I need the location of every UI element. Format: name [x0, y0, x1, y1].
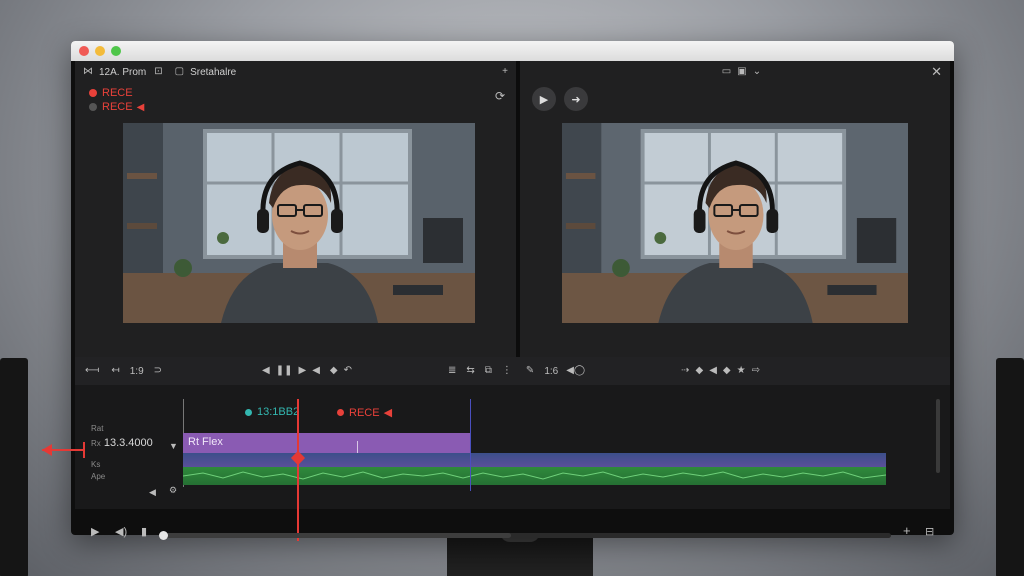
person-video-frame-program — [562, 123, 908, 323]
play-button[interactable]: ▶ — [532, 87, 556, 111]
playhead-line[interactable] — [297, 399, 299, 541]
left-speaker — [0, 358, 28, 576]
flip-icon[interactable]: ⇆ — [466, 366, 474, 376]
forward-button[interactable]: ➜ — [564, 87, 588, 111]
settings-icon[interactable]: ⚙ — [169, 485, 177, 495]
right-speaker — [996, 358, 1024, 576]
timecode-display: Rx 13.3.4000 — [91, 437, 153, 449]
close-icon[interactable]: ✕ — [931, 65, 942, 78]
play-small-icon[interactable]: ▶ — [299, 366, 307, 376]
pause-icon[interactable]: ❚❚ — [276, 366, 293, 376]
link-icon[interactable]: ⊃ — [154, 366, 162, 376]
track-label: Ape — [91, 472, 106, 481]
program-panel: ▭ ▣ ⌄ ✕ ▶ ➜ — [520, 61, 950, 357]
source-tab-strip: ⋈ 12A. Prom ⊡ ▢ Sretahalre + — [75, 61, 516, 83]
copy-icon[interactable]: ⧉ — [485, 366, 492, 376]
tab-project[interactable]: 12A. Prom — [99, 67, 146, 78]
clip-end-marker — [470, 399, 471, 491]
chevron-down-icon[interactable]: ⌄ — [753, 67, 761, 77]
play-timeline-icon[interactable]: ▶ — [91, 527, 99, 538]
timeline-scrollbar[interactable] — [936, 399, 940, 473]
record-status-idle: RECE ◀ — [89, 101, 144, 113]
panel-toggle-icon[interactable]: ⊟ — [925, 527, 934, 538]
video-clip[interactable]: Rt Flex — [183, 433, 470, 453]
window-titlebar — [71, 41, 954, 61]
bowtie-icon[interactable]: ⋈ — [83, 67, 93, 77]
marker-icon[interactable]: ◆ — [330, 366, 338, 376]
trim-left-icon[interactable]: ⟻ — [85, 366, 99, 376]
folder-icon[interactable]: ▣ — [737, 67, 746, 77]
source-video-preview — [123, 123, 475, 323]
speed-value-left: 1:9 — [129, 365, 144, 377]
window-close-button[interactable] — [79, 46, 89, 56]
scrub-progress — [163, 533, 511, 538]
tab-scene[interactable]: Sretahalre — [190, 67, 236, 78]
program-video-preview — [562, 123, 908, 323]
volume-icon[interactable]: ◀ — [149, 487, 156, 497]
forward-arrow-icon: ➜ — [571, 93, 581, 106]
clip-toggle-icon[interactable]: ▮ — [141, 527, 147, 538]
sync-icon[interactable]: ⇢ — [681, 366, 689, 376]
monitor: ⋈ 12A. Prom ⊡ ▢ Sretahalre + RECE RECE ◀… — [71, 41, 954, 541]
prev-icon[interactable]: ◀ — [709, 366, 717, 376]
speed-value-right: 1:6 — [544, 365, 559, 377]
audio-waveform — [183, 471, 886, 480]
track-label: Ks — [91, 460, 101, 469]
camera-icon[interactable]: ⊡ — [154, 67, 162, 77]
undo-icon[interactable]: ↶ — [344, 366, 352, 376]
red-arrow-annotation — [42, 442, 85, 458]
keyframe-icon[interactable]: ◆ — [696, 366, 704, 376]
timeline-panel: Rat Ks Ape Rx 13.3.4000 ◀ ▼ ⚙ 13:1BB2 RE… — [75, 385, 950, 541]
speaker-icon: ◀ — [383, 407, 393, 419]
record-status-label: RECE — [102, 87, 133, 99]
timecode-marker[interactable]: 13:1BB2 — [245, 406, 299, 418]
track-label: Rat — [91, 424, 104, 433]
volume-down-icon[interactable]: ◀) — [115, 527, 127, 538]
editing-toolbar: ⟻ ↤ 1:9 ⊃ ◀ ❚❚ ▶ ◀ ◆ ↶ ≣ ⇆ ⧉ ⋮ ✎ 1:6 ◀◯ … — [75, 357, 950, 385]
record-marker[interactable]: RECE ◀ — [337, 406, 392, 419]
track-dropdown-icon[interactable]: ▼ — [169, 441, 178, 451]
record-marker-dot-icon — [337, 409, 344, 416]
next-icon[interactable]: ◆ — [723, 366, 731, 376]
pencil-icon[interactable]: ✎ — [526, 366, 534, 376]
star-icon[interactable]: ★ — [737, 366, 746, 376]
forward-small-icon[interactable]: ⇨ — [752, 366, 760, 376]
document-icon[interactable]: ▢ — [175, 67, 184, 77]
source-panel: ⋈ 12A. Prom ⊡ ▢ Sretahalre + RECE RECE ◀… — [75, 61, 516, 357]
record-dot-idle-icon — [89, 103, 97, 111]
editor-app: ⋈ 12A. Prom ⊡ ▢ Sretahalre + RECE RECE ◀… — [75, 61, 950, 541]
play-icon: ▶ — [539, 93, 549, 106]
marker-dot-icon — [245, 408, 252, 416]
list-icon[interactable]: ≣ — [448, 366, 456, 376]
window-minimize-button[interactable] — [95, 46, 105, 56]
layout-icon[interactable]: ▭ — [722, 67, 731, 77]
scrub-handle[interactable] — [159, 531, 168, 540]
record-status-active: RECE — [89, 87, 133, 99]
window-maximize-button[interactable] — [111, 46, 121, 56]
person-video-frame — [123, 123, 475, 323]
record-dot-icon — [89, 89, 97, 97]
record-status-label-2: RECE — [102, 101, 133, 113]
add-icon[interactable]: + — [903, 524, 911, 537]
refresh-icon[interactable]: ⟳ — [495, 90, 505, 102]
speaker-icon[interactable]: ◀ — [137, 102, 145, 113]
program-header: ▭ ▣ ⌄ ✕ — [520, 61, 950, 83]
split-icon[interactable]: ⋮ — [502, 366, 512, 376]
back-frame-icon[interactable]: ◀ — [312, 366, 320, 376]
step-back-icon[interactable]: ↤ — [111, 366, 119, 376]
plus-icon[interactable]: + — [502, 67, 508, 77]
rewind-icon[interactable]: ◀ — [262, 366, 270, 376]
audio-clip-upper[interactable] — [183, 453, 886, 467]
audio-icon[interactable]: ◀◯ — [566, 366, 585, 376]
audio-clip-lower[interactable] — [183, 467, 886, 485]
